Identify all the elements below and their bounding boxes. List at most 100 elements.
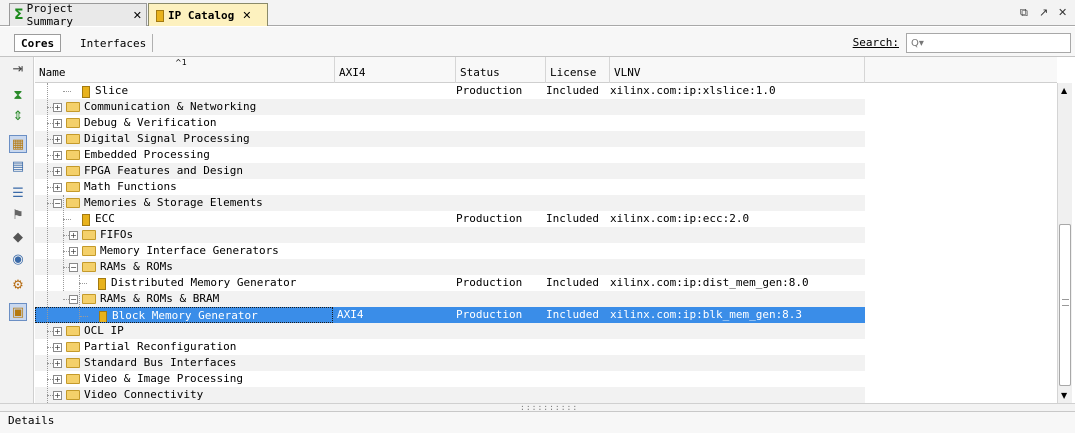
- show-details-icon[interactable]: ▣: [9, 303, 27, 321]
- tab-project-summary[interactable]: Σ Project Summary ✕: [9, 2, 147, 28]
- vlnv-cell: xilinx.com:ip:blk_mem_gen:8.3: [610, 308, 803, 321]
- axi4-cell: [335, 227, 453, 243]
- expand-all-icon[interactable]: ⧗: [9, 86, 27, 104]
- tree-folder-row[interactable]: + Video Connectivity: [35, 387, 865, 403]
- expand-icon[interactable]: +: [53, 343, 62, 352]
- compatible-families-icon[interactable]: ⚑: [9, 206, 27, 224]
- expand-icon[interactable]: +: [53, 359, 62, 368]
- name-cell: Slice: [35, 83, 333, 99]
- vlnv-cell: [610, 323, 865, 339]
- tree-folder-row[interactable]: + Standard Bus Interfaces: [35, 355, 865, 371]
- license-cell: [546, 323, 608, 339]
- tree-folder-row[interactable]: − Memories & Storage Elements: [35, 195, 865, 211]
- ip-core-icon: [79, 213, 91, 226]
- license-cell: [546, 99, 608, 115]
- expand-icon[interactable]: +: [53, 151, 62, 160]
- column-header-axi4[interactable]: AXI4: [335, 57, 456, 83]
- tree-folder-row[interactable]: + FPGA Features and Design: [35, 163, 865, 179]
- tree-ip-row[interactable]: ECC Production Included xilinx.com:ip:ecc:2…: [35, 211, 865, 227]
- expand-icon[interactable]: +: [53, 327, 62, 336]
- vlnv-cell: [610, 147, 865, 163]
- folder-icon: [82, 230, 96, 240]
- expand-icon[interactable]: +: [53, 391, 62, 400]
- name-label: Video Connectivity: [84, 388, 204, 401]
- tree-folder-row[interactable]: + OCL IP: [35, 323, 865, 339]
- scroll-down-icon[interactable]: ▼: [1061, 391, 1067, 400]
- restore-icon[interactable]: ⧉: [1020, 6, 1028, 20]
- expand-icon[interactable]: +: [53, 183, 62, 192]
- expand-icon[interactable]: +: [53, 375, 62, 384]
- column-header-name[interactable]: Name ^1: [35, 57, 335, 83]
- column-header-vlnv[interactable]: VLNV: [610, 57, 865, 83]
- ip-settings-icon[interactable]: ◆: [9, 228, 27, 246]
- tree-folder-row[interactable]: + Partial Reconfiguration: [35, 339, 865, 355]
- tree-folder-row[interactable]: + Debug & Verification: [35, 115, 865, 131]
- name-label: FIFOs: [100, 228, 134, 241]
- expand-icon[interactable]: +: [53, 103, 62, 112]
- column-label: Status: [460, 66, 500, 79]
- name-cell: + Embedded Processing: [35, 147, 333, 163]
- close-icon[interactable]: ✕: [1058, 6, 1067, 19]
- vlnv-cell: [610, 115, 865, 131]
- status-cell: [456, 227, 544, 243]
- folder-icon: [66, 102, 80, 112]
- panel-splitter[interactable]: ::::::::::: [0, 403, 1075, 412]
- tab-interfaces[interactable]: Interfaces: [74, 34, 154, 52]
- customize-ip-icon[interactable]: ▤: [9, 157, 27, 175]
- gear-icon[interactable]: ⚙: [9, 276, 27, 294]
- tree-folder-row[interactable]: − RAMs & ROMs & BRAM: [35, 291, 865, 307]
- expand-icon[interactable]: +: [69, 231, 78, 240]
- collapse-icon[interactable]: −: [69, 295, 78, 304]
- tree-folder-row[interactable]: + Embedded Processing: [35, 147, 865, 163]
- settings-icon[interactable]: ◉: [9, 250, 27, 268]
- expand-icon[interactable]: +: [53, 119, 62, 128]
- axi4-cell: [335, 147, 453, 163]
- vlnv-cell: [610, 195, 865, 211]
- close-icon[interactable]: ✕: [242, 9, 251, 22]
- close-icon[interactable]: ✕: [133, 9, 142, 22]
- search-icon: Q▾: [911, 37, 924, 49]
- ip-core-icon: [153, 9, 165, 22]
- tree-ip-row[interactable]: Distributed Memory Generator Production In…: [35, 275, 865, 291]
- license-cell: [546, 115, 608, 131]
- tree-folder-row[interactable]: + Communication & Networking: [35, 99, 865, 115]
- table-header: Name ^1 AXI4 Status License VLNV: [35, 57, 1057, 83]
- tree-folder-row[interactable]: + Video & Image Processing: [35, 371, 865, 387]
- tree-folder-row[interactable]: + Math Functions: [35, 179, 865, 195]
- vlnv-cell: xilinx.com:ip:ecc:2.0: [610, 212, 750, 225]
- tree-ip-row[interactable]: Slice Production Included xilinx.com:ip:xls…: [35, 83, 865, 99]
- expand-icon[interactable]: +: [53, 135, 62, 144]
- axi4-cell: [335, 259, 453, 275]
- collapse-icon[interactable]: −: [53, 199, 62, 208]
- maximize-icon[interactable]: ↗: [1039, 6, 1048, 19]
- tab-ip-catalog[interactable]: IP Catalog ✕: [148, 3, 268, 26]
- status-cell: [456, 243, 544, 259]
- name-label: RAMs & ROMs: [100, 260, 173, 273]
- ip-core-icon: [96, 310, 108, 322]
- tree-folder-row[interactable]: + Memory Interface Generators: [35, 243, 865, 259]
- scroll-up-icon[interactable]: ▲: [1061, 86, 1067, 95]
- vlnv-cell: [610, 179, 865, 195]
- vlnv-cell: xilinx.com:ip:dist_mem_gen:8.0: [610, 276, 809, 289]
- group-by-icon[interactable]: ⇕: [9, 107, 27, 125]
- scrollbar-thumb[interactable]: [1059, 224, 1071, 386]
- vertical-scrollbar[interactable]: ▲ ▼: [1057, 83, 1072, 403]
- collapse-all-icon[interactable]: ⇥: [9, 60, 27, 78]
- expand-icon[interactable]: +: [53, 167, 62, 176]
- vlnv-cell: [610, 131, 865, 147]
- tree-folder-row[interactable]: − RAMs & ROMs: [35, 259, 865, 275]
- tree-ip-row[interactable]: Block Memory Generator AXI4 Production Incl…: [35, 307, 865, 323]
- folder-icon: [82, 246, 96, 256]
- status-cell: Production: [456, 276, 523, 289]
- tree-folder-row[interactable]: + Digital Signal Processing: [35, 131, 865, 147]
- filter-icon[interactable]: ▦: [9, 135, 27, 153]
- expand-icon[interactable]: +: [69, 247, 78, 256]
- column-header-license[interactable]: License: [546, 57, 610, 83]
- tree-folder-row[interactable]: + FIFOs: [35, 227, 865, 243]
- collapse-icon[interactable]: −: [69, 263, 78, 272]
- repository-icon[interactable]: ☰: [9, 184, 27, 202]
- tab-cores[interactable]: Cores: [14, 34, 62, 52]
- search-input[interactable]: Q▾: [906, 33, 1071, 53]
- status-cell: [456, 387, 544, 403]
- column-header-status[interactable]: Status: [456, 57, 546, 83]
